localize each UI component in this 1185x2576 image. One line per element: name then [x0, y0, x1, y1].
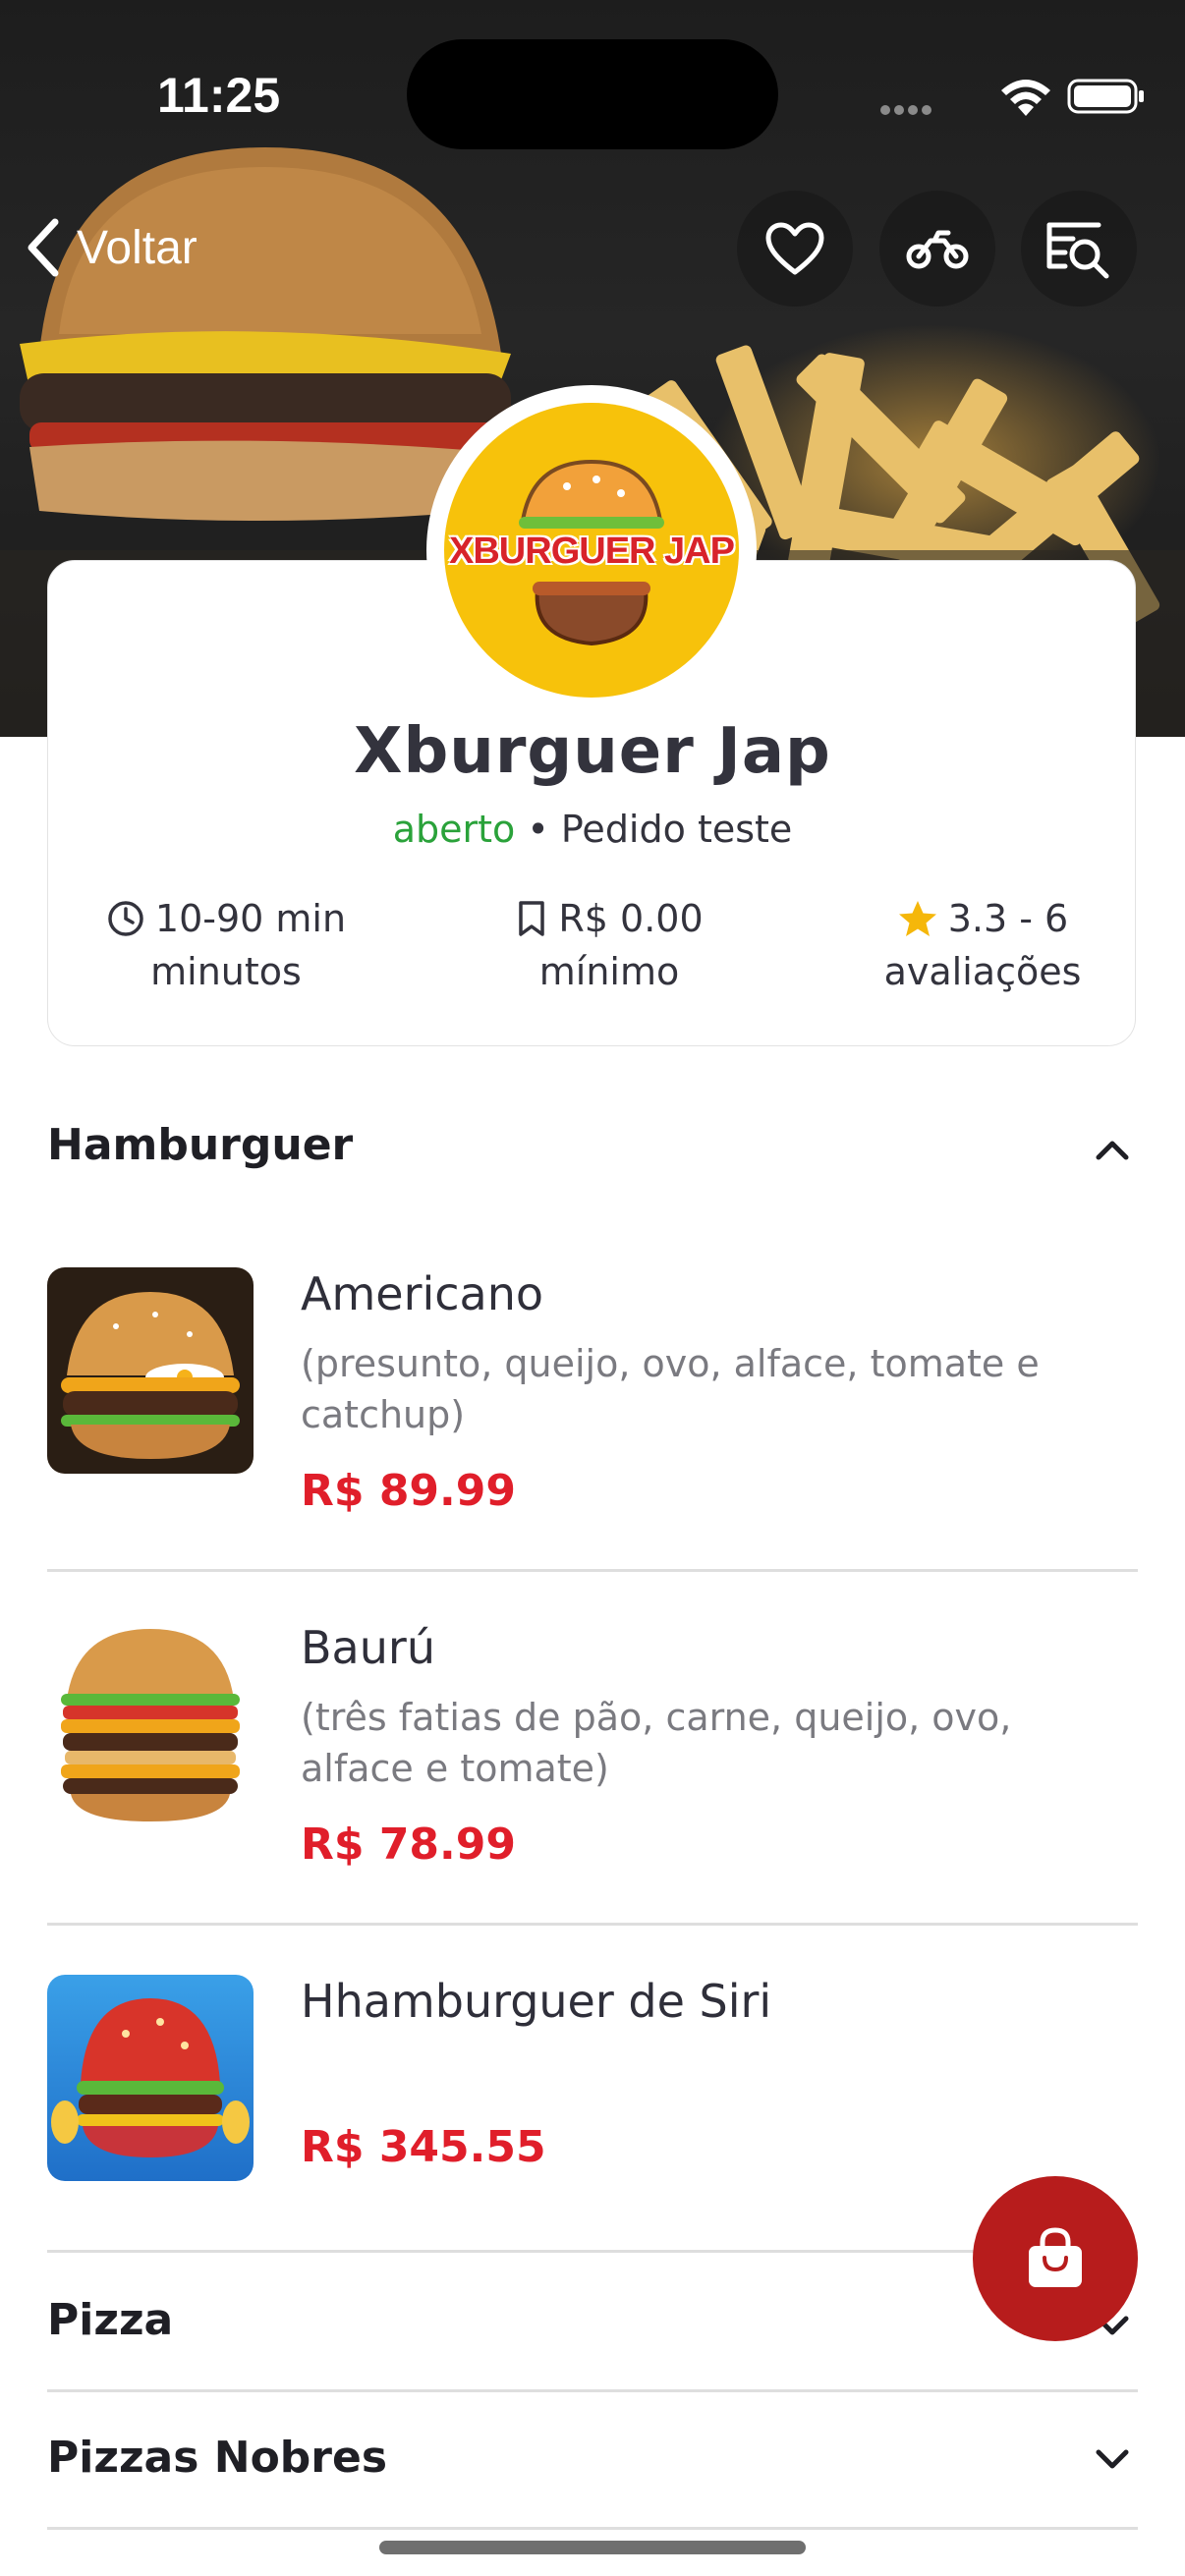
- status-time: 11:25: [157, 68, 281, 123]
- item-name: Baurú: [301, 1621, 435, 1674]
- stat-rating: 3.3 - 6 avaliações: [855, 892, 1110, 998]
- clock-icon: [108, 901, 143, 936]
- item-description: (três fatias de pão, carne, queijo, ovo,…: [301, 1696, 1012, 1790]
- stat-delivery-time: 10-90 min minutos: [88, 892, 364, 998]
- favorite-button[interactable]: [737, 191, 853, 307]
- menu-search-button[interactable]: [1021, 191, 1137, 307]
- stat-value: 3.3 - 6: [947, 897, 1069, 940]
- heart-icon: [765, 222, 824, 275]
- section-title: Hamburguer: [47, 1120, 354, 1170]
- bookmark-icon: [519, 901, 545, 936]
- store-logo-image: XBURGUER JAP: [444, 403, 739, 698]
- item-name: Hhamburguer de Siri: [301, 1975, 772, 2028]
- battery-icon: [1067, 79, 1144, 114]
- stat-value: 10-90 min: [154, 897, 347, 940]
- section-title: Pizzas Nobres: [47, 2433, 388, 2483]
- section-divider: [47, 2389, 1138, 2392]
- item-divider: [47, 1923, 1138, 1926]
- stat-minimum-order: R$ 0.00 mínimo: [472, 892, 747, 998]
- cart-button[interactable]: [973, 2176, 1138, 2341]
- status-separator: •: [527, 808, 549, 851]
- dynamic-island: [407, 39, 778, 149]
- item-image: [47, 1267, 254, 1474]
- item-image: [47, 1621, 254, 1827]
- back-label: Voltar: [77, 221, 198, 274]
- home-indicator[interactable]: [379, 2541, 806, 2554]
- section-title: Pizza: [47, 2295, 174, 2345]
- menu-search-icon: [1046, 222, 1109, 279]
- motorcycle-icon: [906, 230, 969, 269]
- chevron-left-icon: [28, 218, 59, 277]
- item-price: R$ 89.99: [301, 1466, 516, 1516]
- store-logo: XBURGUER JAP: [426, 385, 757, 715]
- star-icon: [898, 901, 936, 936]
- stat-label: minutos: [150, 950, 302, 993]
- item-name: Americano: [301, 1267, 544, 1320]
- stat-label: mínimo: [538, 950, 680, 993]
- item-description: (presunto, queijo, ovo, alface, tomate e…: [301, 1342, 1040, 1436]
- stat-label: avaliações: [883, 950, 1082, 993]
- chevron-down-icon: [1096, 2449, 1129, 2469]
- chevron-up-icon: [1096, 1141, 1129, 1160]
- shopping-bag-icon: [1029, 2227, 1082, 2287]
- item-divider: [47, 1569, 1138, 1572]
- wifi-icon: [1001, 80, 1050, 116]
- cellular-signal-icon: [880, 100, 935, 119]
- section-divider: [47, 2527, 1138, 2530]
- store-name: Xburguer Jap: [354, 715, 831, 788]
- item-price: R$ 345.55: [301, 2122, 546, 2172]
- delivery-button[interactable]: [879, 191, 995, 307]
- store-status: aberto: [392, 808, 516, 851]
- status-bar: 11:25: [0, 0, 1185, 187]
- store-note: Pedido teste: [560, 808, 793, 851]
- item-image: [47, 1975, 254, 2181]
- stat-value: R$ 0.00: [558, 897, 704, 940]
- store-status-line: aberto • Pedido teste: [0, 808, 1185, 851]
- item-price: R$ 78.99: [301, 1820, 516, 1870]
- store-logo-text: XBURGUER JAP: [449, 531, 735, 572]
- back-button[interactable]: Voltar: [22, 208, 198, 287]
